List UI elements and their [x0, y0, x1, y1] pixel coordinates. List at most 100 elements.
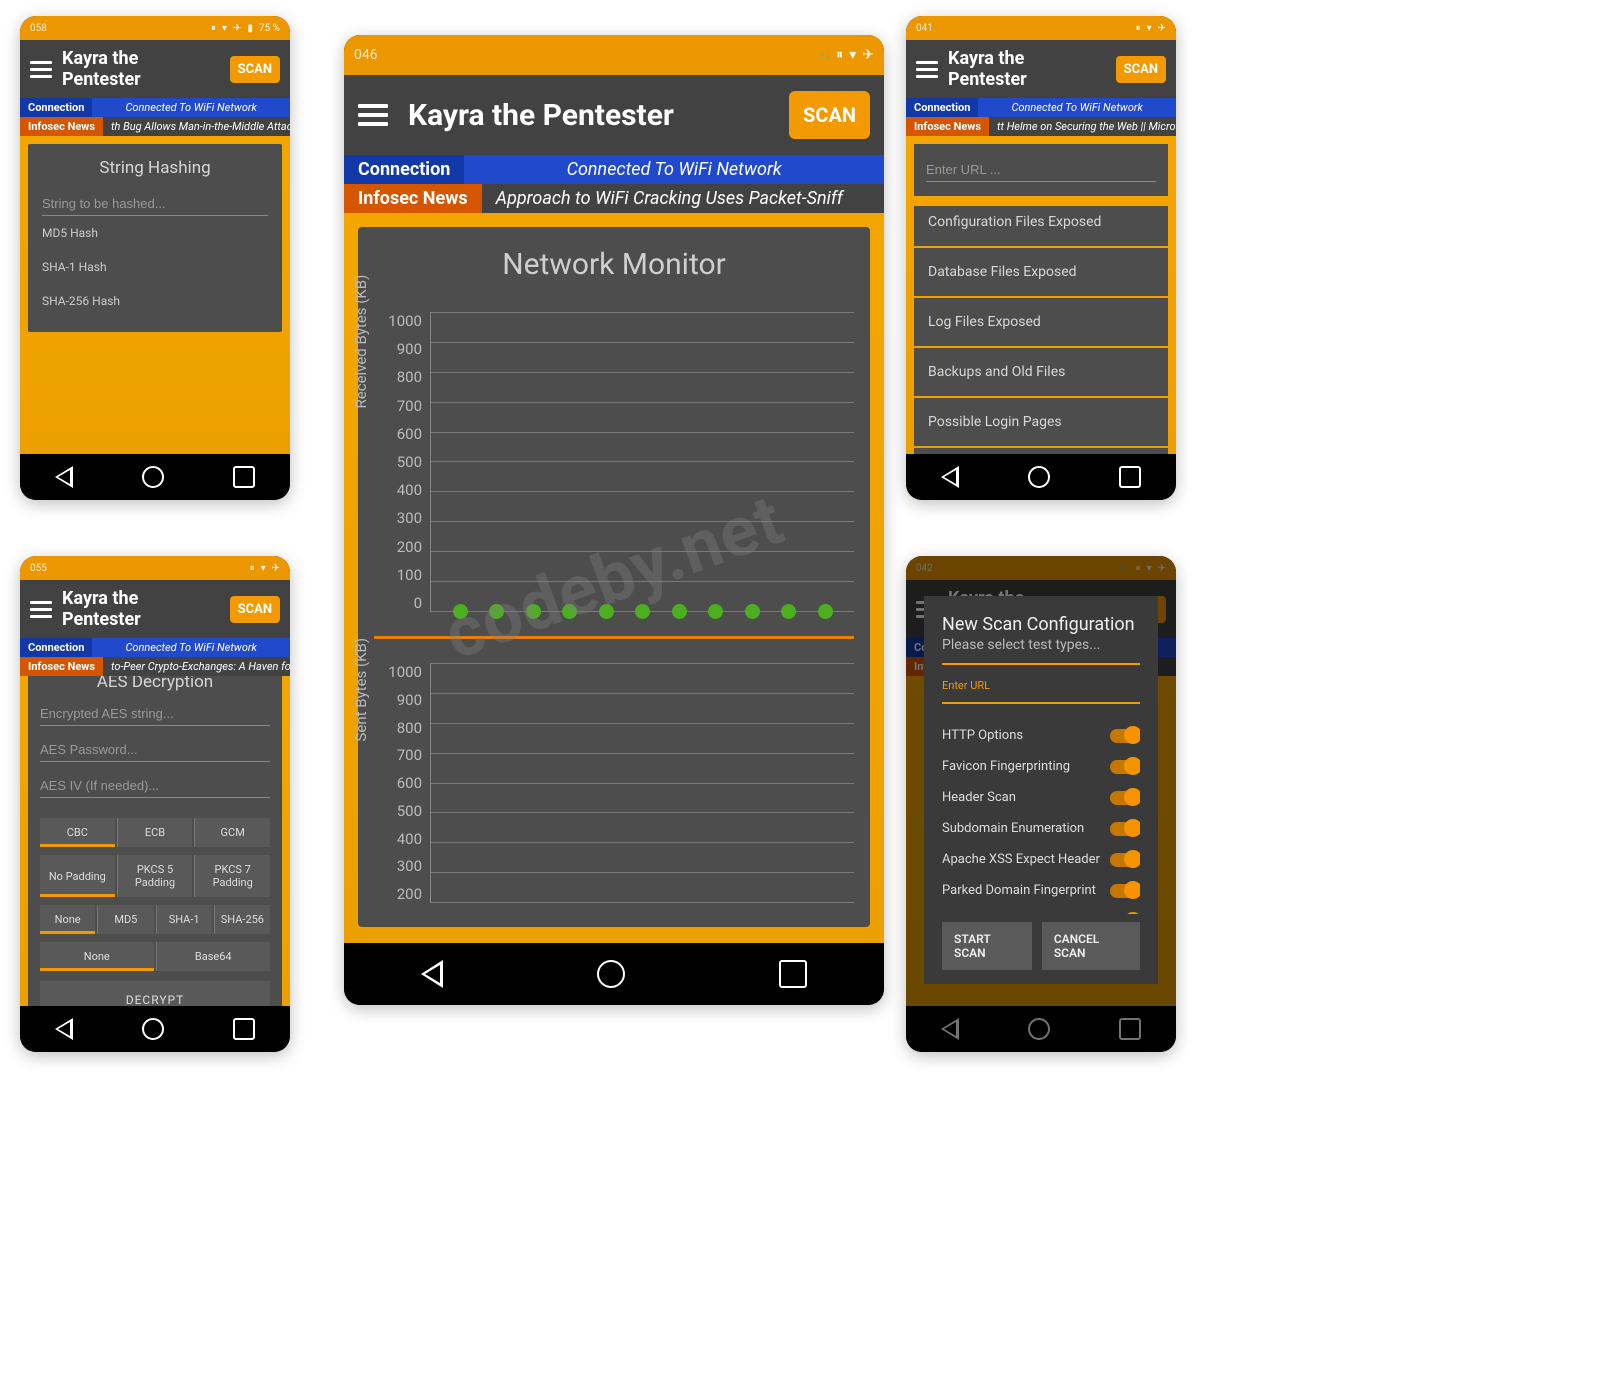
menu-icon[interactable] — [916, 61, 938, 78]
opt-http: HTTP Options — [942, 720, 1140, 751]
seg-enc-b64[interactable]: Base64 — [156, 942, 271, 971]
recents-icon[interactable] — [779, 960, 807, 988]
toggle[interactable] — [1110, 884, 1140, 898]
dialog-title: New Scan Configuration — [942, 614, 1140, 635]
seg-pkcs5[interactable]: PKCS 5 Padding — [117, 855, 193, 897]
scan-button[interactable]: SCAN — [1116, 56, 1166, 83]
nav-bar — [906, 454, 1176, 500]
url-label[interactable]: Enter URL — [942, 679, 1140, 692]
toggle[interactable] — [1110, 853, 1140, 867]
list-item[interactable]: Backups and Old Files — [914, 348, 1168, 396]
toggle[interactable] — [1110, 791, 1140, 805]
nav-bar — [344, 943, 884, 1005]
url-input[interactable] — [926, 158, 1156, 182]
back-icon[interactable] — [55, 1018, 73, 1040]
app-title: Kayra the Pentester — [948, 48, 1106, 90]
seg-pkcs7[interactable]: PKCS 7 Padding — [194, 855, 270, 897]
app-title: Kayra the Pentester — [62, 48, 220, 90]
seg-md5[interactable]: MD5 — [97, 905, 153, 934]
back-icon[interactable] — [55, 466, 73, 488]
url-underline — [942, 702, 1140, 704]
recents-icon[interactable] — [233, 1018, 255, 1040]
options-list: HTTP Options Favicon Fingerprinting Head… — [942, 720, 1140, 914]
list-item[interactable]: SQL Errors — [914, 448, 1168, 454]
infosec-label: Infosec News — [906, 117, 989, 136]
app-title: Kayra the Pentester — [62, 588, 220, 630]
recents-icon[interactable] — [1119, 466, 1141, 488]
start-scan-button[interactable]: START SCAN — [942, 922, 1032, 970]
aes-input-password[interactable] — [40, 738, 270, 762]
category-list: Configuration Files Exposed Database Fil… — [914, 206, 1168, 454]
opt-subdomain: Subdomain Enumeration — [942, 813, 1140, 844]
status-icons: ⏸ ▾ ✈ — [1136, 23, 1166, 34]
recents-icon[interactable] — [233, 466, 255, 488]
menu-icon[interactable] — [30, 601, 52, 618]
home-icon[interactable] — [142, 1018, 164, 1040]
monitor-card: Network Monitor Received Bytes (KB) 1000… — [358, 227, 870, 927]
dialog-subtitle: Please select test types... — [942, 637, 1140, 653]
news-ribbon: Infosec News th Bug Allows Man-in-the-Mi… — [20, 117, 290, 136]
status-time: 046 — [354, 47, 378, 63]
connection-label: Connection — [344, 155, 464, 184]
seg-enc-none[interactable]: None — [40, 942, 154, 971]
list-item[interactable]: Database Files Exposed — [914, 248, 1168, 296]
back-icon[interactable] — [421, 960, 443, 988]
battery-icon: ▮ — [247, 23, 253, 34]
seg-none[interactable]: None — [40, 905, 95, 934]
seg-sha256[interactable]: SHA-256 — [214, 905, 270, 934]
phone-url-list: 041 ⏸ ▾ ✈ Kayra the Pentester SCAN Conne… — [906, 16, 1176, 500]
hash-input[interactable] — [42, 192, 268, 216]
menu-icon[interactable] — [30, 61, 52, 78]
body: Configuration Files Exposed Database Fil… — [906, 136, 1176, 454]
app-title: Kayra the Pentester — [408, 98, 769, 133]
list-item[interactable]: Log Files Exposed — [914, 298, 1168, 346]
infosec-label: Infosec News — [20, 657, 103, 676]
scan-button[interactable]: SCAN — [789, 91, 870, 139]
ylabel-received: Received Bytes (KB) — [352, 275, 370, 409]
aes-input-string[interactable] — [40, 702, 270, 726]
menu-icon[interactable] — [358, 104, 388, 126]
home-icon[interactable] — [1028, 466, 1050, 488]
url-card — [914, 144, 1168, 196]
wifi-icon: ▾ — [222, 23, 227, 34]
infosec-text: th Bug Allows Man-in-the-Middle Attacks … — [103, 117, 290, 136]
chart-received: Received Bytes (KB) 1000 900 800 700 600… — [374, 312, 854, 612]
home-icon[interactable] — [142, 466, 164, 488]
app-bar: Kayra the Pentester SCAN — [20, 580, 290, 638]
scan-button[interactable]: SCAN — [230, 596, 280, 623]
status-icons: ↑↓ ⏸ ▾ ✈ — [819, 47, 874, 63]
back-icon[interactable] — [941, 466, 959, 488]
app-bar: Kayra the Pentester SCAN — [20, 40, 290, 98]
connection-value: Connected To WiFi Network — [92, 98, 290, 117]
toggle[interactable] — [1110, 760, 1140, 774]
connection-ribbon: Connection Connected To WiFi Network — [20, 98, 290, 117]
cancel-scan-button[interactable]: CANCEL SCAN — [1042, 922, 1140, 970]
home-icon[interactable] — [597, 960, 625, 988]
scan-button[interactable]: SCAN — [230, 56, 280, 83]
hash-row-sha1[interactable]: SHA-1 Hash — [42, 250, 268, 284]
status-time: 055 — [30, 563, 47, 574]
hash-row-md5[interactable]: MD5 Hash — [42, 216, 268, 250]
seg-nopad[interactable]: No Padding — [40, 855, 115, 897]
phone-network-monitor: 046 ↑↓ ⏸ ▾ ✈ Kayra the Pentester SCAN Co… — [344, 35, 884, 1005]
seg-gcm[interactable]: GCM — [194, 818, 270, 847]
decrypt-button[interactable]: DECRYPT — [40, 981, 270, 1006]
toggle[interactable] — [1110, 822, 1140, 836]
toggle[interactable] — [1110, 729, 1140, 743]
list-item[interactable]: Possible Login Pages — [914, 398, 1168, 446]
status-icons: ⏸ ▾ ✈ ▮ 75 % — [211, 23, 280, 34]
connection-ribbon: Connection Connected To WiFi Network — [20, 638, 290, 657]
card-title: AES Decryption — [40, 676, 270, 692]
list-item[interactable]: Configuration Files Exposed — [914, 206, 1168, 246]
seg-ecb[interactable]: ECB — [117, 818, 193, 847]
seg-cbc[interactable]: CBC — [40, 818, 115, 847]
nav-bar — [20, 454, 290, 500]
wifi-icon: ▾ — [1147, 23, 1152, 34]
connection-value: Connected To WiFi Network — [464, 155, 884, 184]
aes-input-iv[interactable] — [40, 774, 270, 798]
airplane-icon: ✈ — [233, 23, 241, 34]
seg-sha1[interactable]: SHA-1 — [156, 905, 212, 934]
ylabel-sent: Sent Bytes (KB) — [352, 638, 370, 742]
card-title: Network Monitor — [374, 247, 854, 282]
hash-row-sha256[interactable]: SHA-256 Hash — [42, 284, 268, 318]
